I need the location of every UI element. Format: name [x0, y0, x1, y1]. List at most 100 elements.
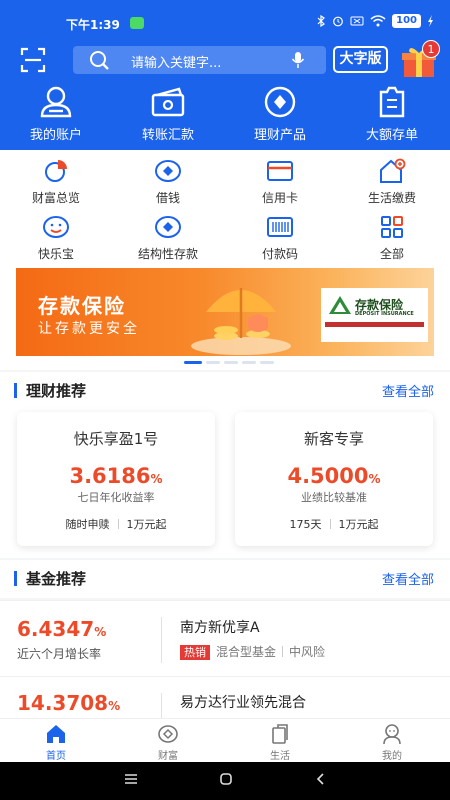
tab-label: 财富: [158, 751, 178, 762]
search-row: 请输入关键字... 大字版 1: [0, 40, 450, 77]
nav-transfer-label: 转账汇款: [141, 128, 194, 143]
deposit-icon: [379, 86, 405, 118]
service-grid: 财富总览 借钱 信用卡 生活缴费 快乐宝 结构性存款 付款码 全部: [0, 150, 450, 265]
grid-item-payment-code[interactable]: 付款码: [224, 214, 336, 262]
hot-badge: 热销: [180, 645, 210, 660]
section-title: 基金推荐: [13, 568, 87, 589]
wealth-product-card[interactable]: 新客专享 4.5000% 业绩比较基准 175天 1万元起: [235, 412, 433, 546]
banner-title: 存款保险: [38, 294, 126, 318]
nav-large-deposit[interactable]: 大额存单: [336, 86, 448, 143]
carousel-dot: [260, 361, 274, 364]
app-root: 下午1:39 100 请输入关键字... 大字版 1 我的账户 转账汇款 理财产…: [0, 0, 450, 800]
gift-badge: 1: [422, 40, 440, 58]
fund-rate-unit: %: [94, 625, 107, 639]
tab-label: 我的: [382, 751, 402, 762]
carousel-indicator: [0, 361, 450, 365]
tab-label: 首页: [46, 751, 66, 762]
home-circle-icon[interactable]: [219, 772, 233, 786]
nav-my-account[interactable]: 我的账户: [0, 86, 112, 143]
product-rate-desc: 七日年化收益率: [77, 491, 155, 504]
status-indicators: 100: [317, 14, 434, 28]
bottom-tab-bar: 首页 财富 生活 我的: [0, 718, 450, 762]
tab-life[interactable]: 生活: [224, 723, 336, 762]
fund-rate-value: 6.4347: [17, 617, 95, 641]
all-apps-icon: [381, 216, 403, 238]
deposit-insurance-logo-card: 存款保险 DEPOSIT INSURANCE: [321, 288, 428, 342]
carousel-dot: [224, 361, 238, 364]
bluetooth-icon: [317, 15, 326, 27]
fund-tags: 热销 混合型基金 中风险: [180, 643, 325, 660]
tab-profile[interactable]: 我的: [336, 723, 448, 762]
product-name: 快乐享盈1号: [73, 430, 159, 448]
grid-label: 借钱: [155, 191, 180, 205]
menu-icon[interactable]: [124, 772, 138, 786]
wifi-icon: [370, 15, 386, 27]
wealth-product-card[interactable]: 快乐享盈1号 3.6186% 七日年化收益率 随时申赎 1万元起: [17, 412, 215, 546]
grid-item-all[interactable]: 全部: [336, 214, 448, 262]
grid-item-life-payment[interactable]: 生活缴费: [336, 158, 448, 206]
fund-row[interactable]: 6.4347% 近六个月增长率 南方新优享A 热销 混合型基金 中风险: [0, 600, 450, 678]
umbrella-coins-illustration: [191, 288, 291, 355]
carousel-dot: [206, 361, 220, 364]
wealth-view-all-link[interactable]: 查看全部: [382, 381, 434, 400]
barcode-icon: [267, 217, 293, 237]
back-icon[interactable]: [314, 772, 328, 786]
wealth-tab-icon: [158, 725, 178, 743]
tab-wealth[interactable]: 财富: [112, 723, 224, 762]
banner-subtitle: 让存款更安全: [38, 321, 140, 337]
grid-label: 全部: [379, 247, 404, 261]
grid-label: 财富总览: [31, 191, 80, 205]
large-font-mode-button[interactable]: 大字版: [333, 46, 388, 73]
product-tags: 随时申赎 1万元起: [17, 516, 215, 532]
search-icon: [90, 51, 109, 70]
nav-wealth-products-label: 理财产品: [253, 128, 306, 143]
tab-label: 生活: [270, 751, 290, 762]
tab-home[interactable]: 首页: [0, 723, 112, 762]
fund-rate-desc: 近六个月增长率: [17, 647, 102, 661]
product-tag: 175天: [289, 518, 322, 531]
fund-view-all-link[interactable]: 查看全部: [382, 569, 434, 588]
logo-card-stripe: [325, 322, 424, 327]
fund-rate: 6.4347%: [17, 617, 106, 641]
product-rate: 4.5000%: [235, 464, 433, 488]
grid-item-happy-treasure[interactable]: 快乐宝: [0, 214, 112, 262]
transfer-icon: [151, 87, 185, 117]
life-icon: [272, 724, 288, 744]
fund-recommend-section: 基金推荐 查看全部: [0, 560, 450, 598]
section-title-text: 基金推荐: [26, 570, 87, 588]
logo-card-subtitle: DEPOSIT INSURANCE: [355, 311, 414, 317]
deposit-insurance-banner[interactable]: 存款保险 让存款更安全 存款保险 DEPOSIT INSURANCE: [16, 268, 434, 356]
fund-rate-value: 14.3708: [17, 691, 109, 715]
user-icon: [40, 86, 72, 118]
product-tag: 1万元起: [126, 518, 167, 531]
product-rate-value: 3.6186: [69, 464, 151, 488]
nav-wealth-products[interactable]: 理财产品: [224, 86, 336, 143]
wealth-icon: [264, 86, 296, 118]
fund-name: 南方新优享A: [180, 620, 260, 636]
product-tag: 1万元起: [338, 518, 379, 531]
grid-label: 信用卡: [261, 191, 298, 205]
profile-icon: [383, 724, 401, 745]
banner-area: 存款保险 让存款更安全 存款保险 DEPOSIT INSURANCE: [0, 265, 450, 370]
section-title-text: 理财推荐: [26, 382, 87, 400]
nav-transfer[interactable]: 转账汇款: [112, 86, 224, 143]
grid-item-wealth-overview[interactable]: 财富总览: [0, 158, 112, 206]
scan-icon[interactable]: [20, 47, 46, 73]
home-icon: [47, 725, 65, 743]
product-tag: 随时申赎: [65, 518, 110, 531]
divider: [161, 617, 162, 663]
grid-label: 付款码: [261, 247, 298, 261]
fund-name: 易方达行业领先混合: [180, 695, 306, 711]
mute-icon: [350, 16, 364, 26]
carousel-dot: [242, 361, 256, 364]
product-tags: 175天 1万元起: [235, 516, 433, 532]
top-quick-nav: 我的账户 转账汇款 理财产品 大额存单: [0, 86, 450, 146]
microphone-icon[interactable]: [291, 51, 305, 69]
grid-item-structured-deposit[interactable]: 结构性存款: [112, 214, 224, 262]
product-rate-value: 4.5000: [287, 464, 369, 488]
smile-icon: [43, 216, 69, 238]
section-title: 理财推荐: [13, 380, 87, 401]
search-input[interactable]: 请输入关键字...: [73, 46, 326, 74]
grid-item-loan[interactable]: 借钱: [112, 158, 224, 206]
grid-item-credit-card[interactable]: 信用卡: [224, 158, 336, 206]
